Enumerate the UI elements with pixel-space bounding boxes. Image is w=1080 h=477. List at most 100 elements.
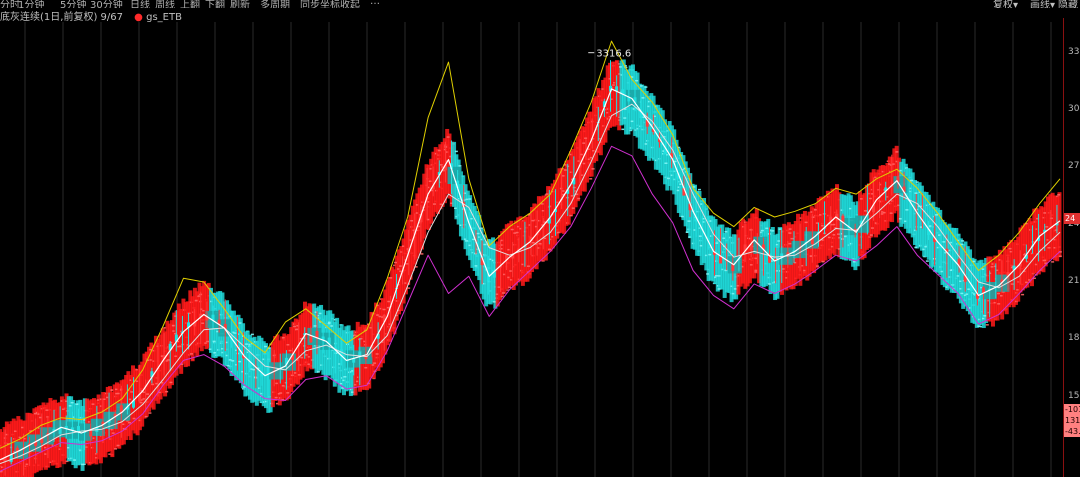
band-speck	[997, 292, 1001, 295]
band-speck	[680, 215, 684, 218]
band-speck	[619, 66, 623, 68]
candlestick-chart[interactable]: 3316.6	[0, 0, 1063, 477]
band-speck	[208, 348, 212, 350]
band-speck	[724, 230, 728, 233]
band-speck	[393, 261, 397, 264]
band-speck	[965, 293, 969, 295]
band-speck	[264, 345, 268, 348]
band-speck	[714, 275, 718, 277]
band-speck	[45, 409, 49, 411]
band-speck	[201, 322, 205, 324]
band-speck	[778, 228, 782, 230]
band-speck	[281, 385, 285, 387]
price-axis-tick: 33	[1068, 46, 1080, 57]
band-speck	[245, 343, 249, 345]
band-speck	[387, 300, 391, 303]
band-speck	[813, 209, 817, 211]
band-speck	[190, 353, 194, 355]
band-speck	[914, 246, 918, 249]
band-speck	[194, 299, 198, 302]
band-speck	[420, 253, 424, 255]
band-speck	[132, 417, 136, 420]
band-speck	[545, 193, 549, 195]
band-speck	[767, 283, 771, 285]
band-speck	[474, 265, 478, 267]
band-speck	[754, 269, 758, 272]
band-speck	[997, 303, 1001, 305]
band-speck	[547, 248, 551, 251]
band-speck	[238, 360, 242, 363]
price-axis-tick: 27	[1068, 161, 1080, 172]
band-speck	[68, 405, 72, 407]
band-speck	[687, 220, 691, 222]
band-speck	[621, 128, 625, 131]
band-speck	[465, 240, 469, 242]
band-speck	[70, 401, 74, 404]
band-speck	[144, 415, 148, 418]
indicator-value-badge: 1314	[1064, 415, 1080, 426]
band-speck	[708, 253, 712, 256]
band-speck	[250, 333, 254, 336]
band-speck	[961, 240, 965, 242]
band-speck	[882, 211, 886, 214]
band-speck	[405, 263, 409, 265]
band-speck	[439, 164, 443, 166]
band-speck	[375, 353, 379, 355]
band-speck	[816, 265, 820, 267]
band-speck	[556, 231, 560, 234]
band-speck	[286, 392, 290, 394]
band-speck	[432, 203, 436, 205]
band-speck	[508, 286, 512, 289]
band-speck	[213, 352, 217, 354]
band-speck	[1045, 226, 1049, 228]
band-speck	[577, 197, 581, 200]
price-axis-tick: 30	[1068, 103, 1080, 114]
band-speck	[454, 150, 458, 153]
band-speck	[910, 179, 914, 182]
band-speck	[483, 243, 487, 246]
band-speck	[580, 153, 584, 156]
band-speck	[282, 337, 286, 339]
band-speck	[468, 198, 472, 200]
band-speck	[706, 273, 710, 275]
band-speck	[788, 228, 792, 230]
band-speck	[788, 232, 792, 234]
band-speck	[895, 151, 899, 153]
band-speck	[760, 229, 764, 232]
band-speck	[749, 264, 753, 266]
band-speck	[286, 344, 290, 346]
band-speck	[146, 393, 150, 395]
band-speck	[479, 227, 483, 229]
band-speck	[233, 332, 237, 334]
band-speck	[91, 403, 95, 405]
band-speck	[928, 225, 932, 227]
band-speck	[582, 142, 586, 144]
band-speck	[788, 242, 792, 245]
band-speck	[373, 362, 377, 364]
band-speck	[376, 314, 380, 316]
band-speck	[717, 288, 721, 290]
band-speck	[571, 207, 575, 209]
band-speck	[492, 301, 496, 303]
band-speck	[771, 230, 775, 232]
current-price-badge: 24	[1064, 212, 1080, 224]
band-speck	[531, 219, 535, 222]
band-speck	[293, 325, 297, 328]
band-speck	[777, 240, 781, 242]
band-speck	[174, 355, 178, 357]
band-speck	[666, 177, 670, 180]
band-speck	[697, 188, 701, 191]
band-speck	[127, 421, 131, 424]
band-speck	[279, 392, 283, 394]
band-speck	[515, 231, 519, 234]
band-speck	[827, 236, 831, 239]
band-speck	[297, 374, 301, 376]
band-speck	[316, 371, 320, 373]
band-speck	[925, 260, 929, 262]
band-speck	[698, 235, 702, 237]
band-speck	[242, 386, 246, 388]
band-speck	[935, 214, 939, 216]
band-speck	[869, 234, 873, 236]
band-speck	[859, 198, 863, 200]
band-speck	[1025, 281, 1029, 284]
